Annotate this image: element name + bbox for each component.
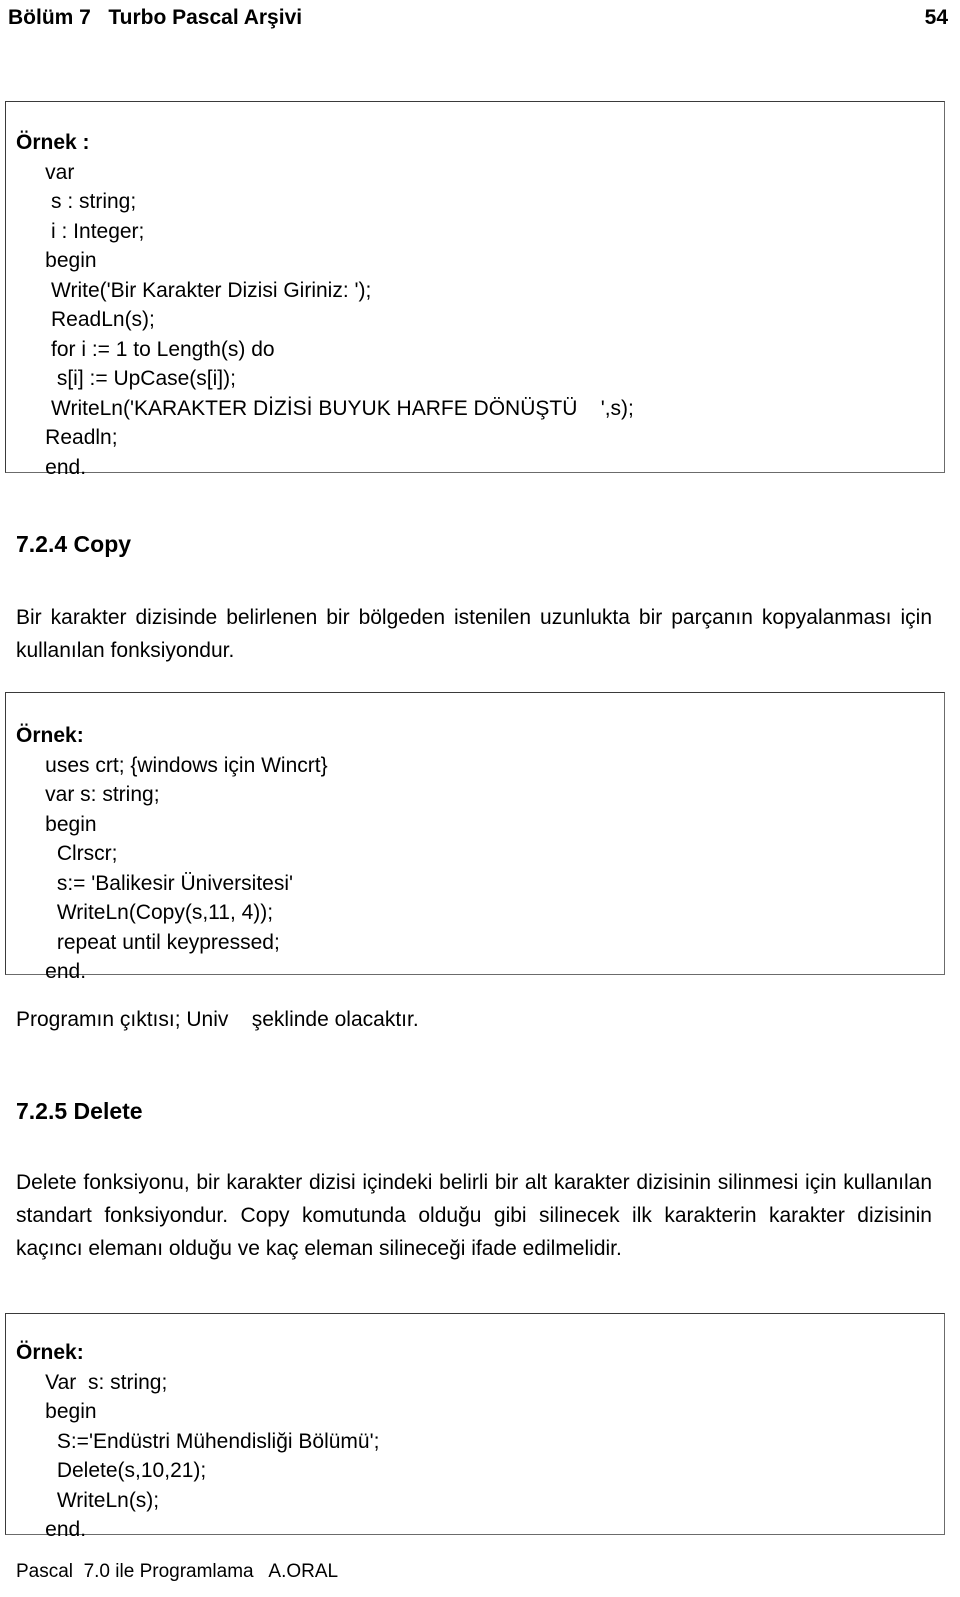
example-2-line-4: s:= 'Balikesir Üniversitesi' bbox=[16, 871, 294, 895]
section-delete-paragraph: Delete fonksiyonu, bir karakter dizisi i… bbox=[16, 1171, 932, 1260]
program-output-note: Programın çıktısı; Univ şeklinde olacakt… bbox=[16, 1008, 419, 1031]
example-1-line-10: end. bbox=[16, 455, 87, 479]
example-3-title: Örnek: bbox=[16, 1341, 84, 1364]
example-1-line-2: i : Integer; bbox=[16, 219, 145, 243]
example-1-line-0: var bbox=[16, 160, 75, 184]
example-2-line-5: WriteLn(Copy(s,11, 4)); bbox=[16, 901, 274, 924]
example-code-box-3: Örnek: Var s: string; begin S:='Endüstri… bbox=[5, 1313, 945, 1541]
example-1-line-5: ReadLn(s); bbox=[16, 308, 155, 331]
example-2-line-3: Clrscr; bbox=[16, 842, 118, 865]
example-code-box-3-content: Örnek: Var s: string; begin S:='Endüstri… bbox=[6, 1314, 944, 1545]
header-page-number: 54 bbox=[924, 6, 948, 29]
example-code-box-2: Örnek: uses crt; {windows için Wincrt} v… bbox=[5, 692, 945, 983]
page-footer: Pascal 7.0 ile Programlama A.ORAL bbox=[16, 1561, 339, 1582]
example-3-line-5: end. bbox=[16, 1518, 87, 1541]
example-1-line-3: begin bbox=[16, 249, 97, 272]
example-1-line-1: s : string; bbox=[16, 190, 137, 213]
example-3-line-2: S:='Endüstri Mühendisliği Bölümü'; bbox=[16, 1429, 380, 1453]
example-2-line-6: repeat until keypressed; bbox=[16, 930, 280, 954]
example-2-title: Örnek: bbox=[16, 724, 84, 747]
example-code-box-2-content: Örnek: uses crt; {windows için Wincrt} v… bbox=[6, 693, 944, 987]
example-1-title: Örnek : bbox=[16, 131, 90, 154]
section-copy-paragraph: Bir karakter dizisinde belirlenen bir bö… bbox=[16, 606, 932, 662]
section-heading-delete: 7.2.5 Delete bbox=[16, 1098, 143, 1124]
example-code-box-1: Örnek : var s : string; i : Integer; beg… bbox=[5, 101, 945, 479]
header-chapter-title: Bölüm 7 Turbo Pascal Arşivi bbox=[8, 6, 303, 29]
example-1-line-7: s[i] := UpCase(s[i]); bbox=[16, 367, 236, 390]
example-code-box-1-content: Örnek : var s : string; i : Integer; beg… bbox=[6, 102, 944, 482]
example-3-line-0: Var s: string; bbox=[16, 1370, 168, 1394]
example-3-line-3: Delete(s,10,21); bbox=[16, 1459, 207, 1482]
example-1-line-8: WriteLn('KARAKTER DİZİSİ BUYUK HARFE DÖN… bbox=[16, 396, 634, 420]
example-1-line-6: for i := 1 to Length(s) do bbox=[16, 337, 275, 361]
example-3-line-1: begin bbox=[16, 1400, 97, 1423]
document-page: Bölüm 7 Turbo Pascal Arşivi 54 Örnek : v… bbox=[0, 0, 960, 1597]
example-2-line-1: var s: string; bbox=[16, 783, 160, 806]
section-heading-copy: 7.2.4 Copy bbox=[16, 531, 132, 557]
running-header: Bölüm 7 Turbo Pascal Arşivi 54 bbox=[8, 6, 948, 40]
example-2-line-0: uses crt; {windows için Wincrt} bbox=[16, 753, 328, 777]
example-2-line-2: begin bbox=[16, 812, 97, 836]
example-1-line-9: Readln; bbox=[16, 426, 118, 449]
example-3-line-4: WriteLn(s); bbox=[16, 1488, 160, 1512]
example-1-line-4: Write('Bir Karakter Dizisi Giriniz: '); bbox=[16, 278, 372, 302]
example-2-line-7: end. bbox=[16, 960, 87, 983]
